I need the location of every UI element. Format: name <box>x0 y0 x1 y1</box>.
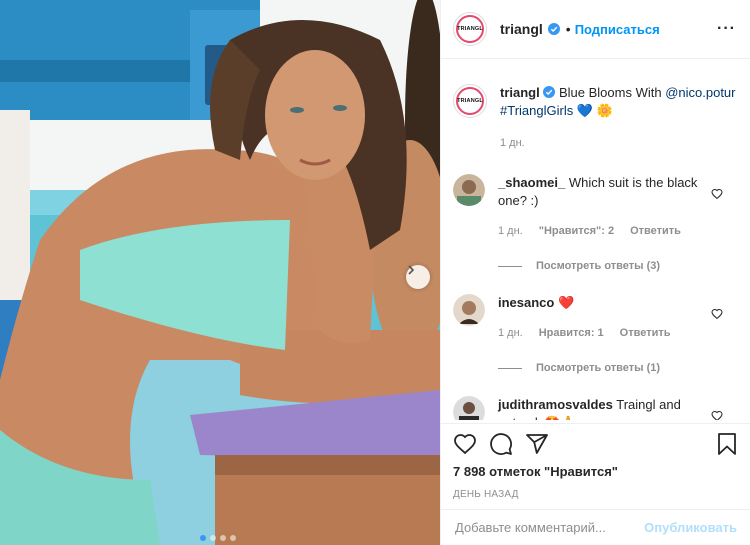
commenter-avatar[interactable] <box>453 396 485 420</box>
avatar-logo: TRIANGL <box>456 15 484 43</box>
avatar-logo: TRIANGL <box>456 87 484 115</box>
commenter-avatar[interactable] <box>453 174 485 206</box>
carousel-dot <box>210 535 216 541</box>
separator-dot: • <box>565 21 571 37</box>
commenter-avatar[interactable] <box>453 294 485 326</box>
publish-comment-button[interactable]: Опубликовать <box>644 520 737 535</box>
comment-like-heart-icon[interactable] <box>711 188 723 200</box>
comment-reply-button[interactable]: Ответить <box>620 324 671 342</box>
view-replies-button[interactable]: Посмотреть ответы (3) <box>498 260 737 272</box>
carousel-dot <box>230 535 236 541</box>
comment-item: judithramosvaldes Traingl and naturals🤩🙏 <box>453 396 737 420</box>
comment-bubble-icon[interactable] <box>489 432 513 456</box>
share-paper-plane-icon[interactable] <box>525 432 549 456</box>
caption: TRIANGL triangl Blue Blooms With @nico.p… <box>453 84 737 152</box>
comment-username[interactable]: inesanco <box>498 295 554 310</box>
comment-input[interactable] <box>455 520 645 535</box>
carousel-dot <box>220 535 226 541</box>
comment-item: _shaomei_ Which suit is the black one? :… <box>453 174 737 240</box>
caption-mention-link[interactable]: @nico.potur <box>665 85 735 100</box>
replies-divider <box>498 265 522 267</box>
follow-button[interactable]: Подписаться <box>575 22 660 37</box>
comment-time[interactable]: 1 дн. <box>498 324 523 342</box>
carousel-dots <box>200 535 236 541</box>
post-photo[interactable] <box>0 0 440 545</box>
more-options-icon[interactable]: ··· <box>717 20 736 38</box>
carousel-dot <box>200 535 206 541</box>
caption-time[interactable]: 1 дн. <box>500 134 525 152</box>
comments-list[interactable]: TRIANGL triangl Blue Blooms With @nico.p… <box>441 60 750 420</box>
chevron-right-icon <box>408 265 415 275</box>
caption-emoji: 💙 🌼 <box>576 103 613 118</box>
like-heart-icon[interactable] <box>453 432 477 456</box>
comment-item: inesanco ❤️ 1 дн. Нравится: 1 Ответить <box>453 294 737 342</box>
add-comment-bar: Опубликовать <box>441 509 750 545</box>
caption-avatar[interactable]: TRIANGL <box>453 84 487 118</box>
post-header: TRIANGL triangl • Подписаться ··· <box>441 0 750 59</box>
view-replies-label: Посмотреть ответы (3) <box>536 260 661 272</box>
comment-like-heart-icon[interactable] <box>711 410 723 420</box>
verified-badge-icon <box>543 86 556 98</box>
caption-hashtag-link[interactable]: #TrianglGirls <box>500 103 573 118</box>
comment-like-heart-icon[interactable] <box>711 308 723 320</box>
comment-username[interactable]: judithramosvaldes <box>498 397 613 412</box>
comment-reply-button[interactable]: Ответить <box>630 222 681 240</box>
view-replies-button[interactable]: Посмотреть ответы (1) <box>498 362 737 374</box>
view-replies-label: Посмотреть ответы (1) <box>536 362 661 374</box>
caption-text: Blue Blooms With <box>558 85 662 100</box>
bookmark-save-icon[interactable] <box>715 432 739 456</box>
post-date[interactable]: День назад <box>453 489 739 500</box>
author-avatar[interactable]: TRIANGL <box>453 12 487 46</box>
post-side-panel: TRIANGL triangl • Подписаться ··· TRIANG… <box>440 0 750 545</box>
comment-username[interactable]: _shaomei_ <box>498 175 565 190</box>
next-slide-button[interactable] <box>406 265 430 289</box>
verified-badge-icon <box>547 23 560 35</box>
caption-username[interactable]: triangl <box>500 85 540 100</box>
comment-likes-count[interactable]: Нравится: 1 <box>539 324 604 342</box>
photo-illustration <box>0 0 440 545</box>
post-likes-count[interactable]: 7 898 отметок "Нравится" <box>453 464 739 479</box>
comment-likes-count[interactable]: "Нравится": 2 <box>539 222 614 240</box>
comment-time[interactable]: 1 дн. <box>498 222 523 240</box>
replies-divider <box>498 367 522 369</box>
comment-text: ❤️ <box>557 295 575 310</box>
post-actions: 7 898 отметок "Нравится" День назад <box>441 423 750 500</box>
author-username[interactable]: triangl <box>500 21 543 37</box>
